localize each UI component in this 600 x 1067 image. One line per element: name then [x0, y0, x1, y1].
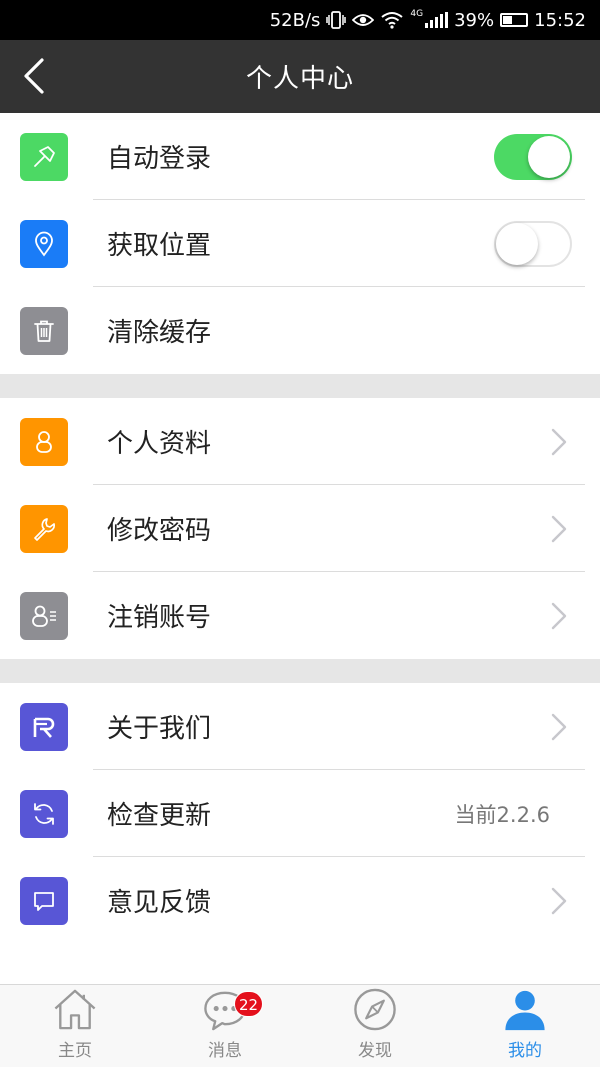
change-password-label: 修改密码 — [107, 516, 212, 546]
eye-icon — [352, 14, 375, 26]
battery-percent: 39% — [454, 9, 495, 31]
chevron-left-icon[interactable] — [18, 58, 54, 94]
auto-login-toggle[interactable] — [494, 133, 572, 180]
chevron-right-icon — [551, 602, 567, 629]
home-icon — [54, 989, 96, 1030]
trash-icon — [20, 306, 68, 355]
tab-bar: 主页 22 消息 发现 我的 — [0, 984, 600, 1067]
section-divider — [0, 374, 600, 398]
feedback-label: 意见反馈 — [107, 888, 212, 918]
auto-login-label: 自动登录 — [107, 144, 212, 174]
battery-icon — [500, 13, 529, 27]
clear-cache-label: 清除缓存 — [107, 318, 212, 348]
pin-icon — [20, 132, 68, 181]
change-password-row[interactable]: 修改密码 — [0, 485, 600, 572]
user-list-icon — [20, 591, 68, 640]
check-update-label: 检查更新 — [107, 801, 212, 831]
check-update-row[interactable]: 检查更新 当前2.2.6 — [0, 770, 600, 857]
unread-badge: 22 — [234, 991, 264, 1017]
location-toggle[interactable] — [494, 220, 572, 267]
about-us-label: 关于我们 — [107, 714, 212, 744]
delete-account-row[interactable]: 注销账号 — [0, 572, 600, 659]
status-bar: 52B/s 4G 39% 15:52 — [0, 0, 600, 40]
current-version: 当前2.2.6 — [454, 802, 550, 827]
net-speed: 52B/s — [269, 9, 321, 31]
network-type: 4G — [410, 9, 424, 19]
about-us-row[interactable]: 关于我们 — [0, 683, 600, 770]
clock: 15:52 — [534, 9, 586, 31]
refresh-icon — [20, 789, 68, 838]
person-icon — [20, 417, 68, 466]
tab-discover[interactable]: 发现 — [300, 985, 450, 1067]
user-icon — [505, 990, 545, 1031]
tab-mine[interactable]: 我的 — [450, 985, 600, 1067]
chat-bubble-icon — [20, 876, 68, 925]
location-label: 获取位置 — [107, 231, 212, 261]
chevron-right-icon — [551, 887, 567, 914]
chevron-right-icon — [551, 515, 567, 542]
tab-messages[interactable]: 22 消息 — [150, 985, 300, 1067]
section-divider — [0, 659, 600, 683]
compass-icon — [354, 988, 396, 1031]
profile-label: 个人资料 — [107, 429, 212, 459]
header: 个人中心 — [0, 40, 600, 113]
logo-r-icon — [20, 702, 68, 751]
delete-account-label: 注销账号 — [107, 603, 212, 633]
signal-icon — [425, 12, 449, 28]
clear-cache-row[interactable]: 清除缓存 — [0, 287, 600, 374]
feedback-row[interactable]: 意见反馈 — [0, 857, 600, 944]
page-title: 个人中心 — [245, 64, 354, 94]
tab-home[interactable]: 主页 — [0, 985, 150, 1067]
vibrate-icon — [326, 11, 347, 29]
profile-row[interactable]: 个人资料 — [0, 398, 600, 485]
chevron-right-icon — [551, 428, 567, 455]
chevron-right-icon — [551, 713, 567, 740]
wifi-icon — [381, 12, 404, 29]
settings-list: 自动登录 获取位置 清除缓存 个人资料 修改密码 注销账号 关于我们 检查更新 … — [0, 113, 600, 944]
location-pin-icon — [20, 219, 68, 268]
location-row[interactable]: 获取位置 — [0, 200, 600, 287]
tab-messages-label: 消息 — [208, 1041, 242, 1061]
tab-home-label: 主页 — [58, 1041, 92, 1061]
wrench-icon — [20, 504, 68, 553]
tab-discover-label: 发现 — [358, 1041, 392, 1061]
tab-mine-label: 我的 — [508, 1041, 542, 1061]
auto-login-row[interactable]: 自动登录 — [0, 113, 600, 200]
